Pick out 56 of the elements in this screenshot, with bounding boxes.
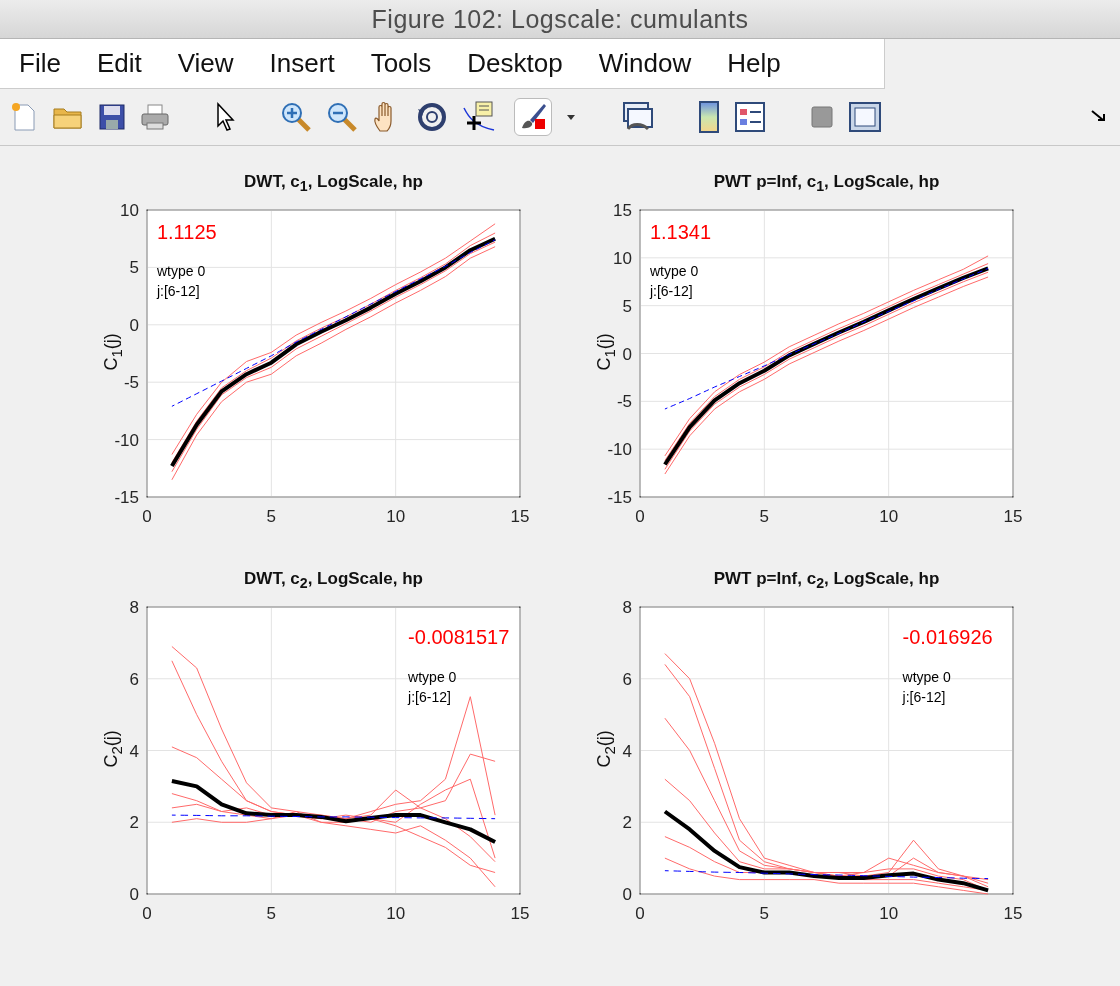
annotation-text: j:[6-12] (649, 283, 693, 300)
chart-title: DWT, c$_{2}$, LogScale, hp (243, 569, 424, 592)
slope-value: -0.0081517 (408, 626, 510, 649)
y-tick-label: 2 (129, 813, 139, 833)
y-tick-label: -15 (114, 488, 139, 507)
y-tick-label: 8 (129, 598, 139, 617)
annotation-text: wtype 0 (902, 668, 951, 685)
y-tick-label: -5 (616, 392, 632, 412)
x-tick-label: 15 (1003, 904, 1023, 923)
y-tick-label: -10 (114, 430, 139, 450)
y-tick-label: -5 (123, 373, 139, 393)
x-tick-label: 15 (510, 904, 530, 923)
y-tick-label: 4 (129, 741, 139, 761)
y-tick-label: 5 (622, 296, 632, 316)
x-tick-label: 15 (1003, 507, 1023, 526)
y-tick-label: 0 (129, 315, 139, 335)
chart-title: PWT p=Inf, c$_{1}$, LogScale, hp (712, 172, 941, 195)
x-tick-label: 15 (510, 507, 530, 526)
slope-value: 1.1125 (156, 220, 217, 243)
y-tick-label: 5 (129, 258, 139, 278)
x-tick-label: 10 (879, 507, 899, 526)
y-tick-label: 10 (120, 201, 139, 220)
slope-value: -0.016926 (902, 626, 993, 649)
y-tick-label: 15 (613, 201, 632, 220)
annotation-text: j:[6-12] (902, 688, 946, 705)
x-tick-label: 5 (759, 507, 770, 526)
y-tick-label: 6 (622, 669, 632, 689)
x-tick-label: 0 (635, 507, 645, 526)
annotation-text: j:[6-12] (156, 283, 200, 300)
annotation-text: wtype 0 (156, 263, 206, 279)
x-tick-label: 10 (386, 507, 406, 526)
x-tick-label: 0 (142, 904, 152, 923)
y-tick-label: 0 (622, 885, 632, 904)
y-tick-label: 6 (129, 669, 139, 689)
y-tick-label: 4 (622, 741, 632, 761)
annotation-text: wtype 0 (649, 263, 699, 279)
y-tick-label: 2 (622, 813, 632, 833)
y-tick-label: 8 (622, 598, 632, 617)
annotation-text: wtype 0 (408, 668, 457, 685)
slope-value: 1.1341 (649, 220, 712, 243)
x-tick-label: 5 (759, 904, 770, 923)
y-tick-label: -10 (607, 440, 632, 460)
window-title: Figure 102: Logscale: cumulants (371, 4, 749, 34)
x-tick-label: 0 (142, 507, 152, 526)
x-tick-label: 10 (879, 904, 899, 923)
y-tick-label: -15 (607, 488, 632, 507)
annotation-text: j:[6-12] (408, 688, 451, 705)
chart-title: DWT, c$_{1}$, LogScale, hp (243, 172, 424, 195)
x-tick-label: 5 (266, 507, 277, 526)
y-tick-label: 0 (622, 344, 632, 364)
x-tick-label: 10 (386, 904, 406, 923)
y-tick-label: 10 (613, 248, 632, 268)
x-tick-label: 5 (266, 904, 277, 923)
x-tick-label: 0 (635, 904, 645, 923)
y-tick-label: 0 (129, 885, 139, 904)
chart-title: PWT p=Inf, c$_{2}$, LogScale, hp (712, 569, 941, 592)
